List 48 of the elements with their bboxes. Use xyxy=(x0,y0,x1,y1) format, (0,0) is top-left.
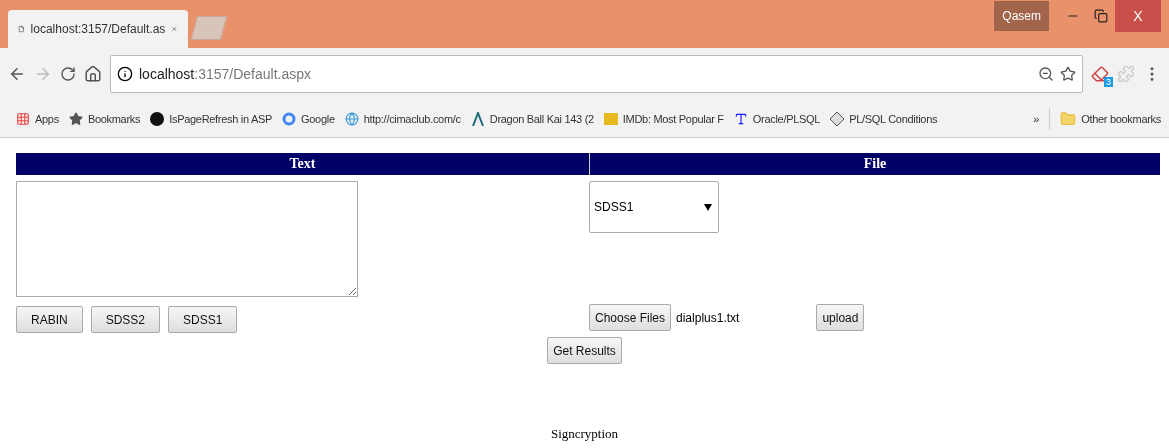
home-icon[interactable] xyxy=(84,65,102,83)
type-icon xyxy=(733,111,748,126)
bookmark-link[interactable]: Apps xyxy=(16,111,59,126)
ring-icon xyxy=(282,111,297,126)
bookmark-link[interactable]: PL/SQL Conditions xyxy=(830,111,938,126)
algorithm-button[interactable]: SDSS1 xyxy=(168,306,238,333)
globe-icon xyxy=(344,111,359,126)
reload-icon[interactable] xyxy=(60,66,76,82)
profile-name[interactable]: Qasem xyxy=(994,1,1049,31)
caret-icon xyxy=(704,203,712,211)
algorithm-select[interactable]: SDSS1 xyxy=(589,181,719,233)
browser-tab[interactable]: localhost:3157/Default.as xyxy=(8,10,188,48)
url-text: localhost:3157/Default.aspx xyxy=(139,66,312,82)
bookmark-link[interactable]: IMDb: Most Popular F xyxy=(603,112,724,125)
file-name: dialplus1.txt xyxy=(676,310,740,325)
bookmark-star-icon[interactable] xyxy=(1060,66,1076,82)
choose-files-button[interactable]: Choose Files xyxy=(589,304,672,331)
algorithm-button[interactable]: RABIN xyxy=(16,306,83,333)
get-results-button[interactable]: Get Results xyxy=(547,337,622,364)
back-icon[interactable] xyxy=(8,65,26,83)
folder-icon xyxy=(1060,110,1077,127)
extension-badge: 3 xyxy=(1104,77,1113,87)
column-heading: File xyxy=(589,153,1160,175)
tab-title: localhost:3157/Default.as xyxy=(30,22,166,36)
bookmark-link[interactable]: Google xyxy=(282,111,335,126)
bookmark-link[interactable]: Dragon Ball Kai 143 (2 xyxy=(470,111,594,126)
circle-icon xyxy=(150,111,165,126)
bookmark-link[interactable]: IsPageRefresh in ASP xyxy=(150,111,273,126)
upload-button[interactable]: upload xyxy=(816,304,865,331)
arch-icon xyxy=(470,111,485,126)
eraser-icon[interactable] xyxy=(1091,65,1109,83)
bookmark-link[interactable]: http://cimaclub.com/c xyxy=(344,111,461,126)
apps-icon xyxy=(16,111,30,126)
column-heading: Text xyxy=(16,153,589,175)
address-bar[interactable]: localhost:3157/Default.aspx xyxy=(110,55,1083,93)
close-button[interactable]: X xyxy=(1115,0,1161,32)
restore-icon[interactable] xyxy=(1094,9,1108,23)
diamond-icon xyxy=(830,111,845,126)
square-icon xyxy=(603,112,618,125)
bookmark-link[interactable]: Oracle/PLSQL xyxy=(733,111,821,126)
bookmark-link[interactable]: Bookmarks xyxy=(68,111,141,126)
zoom-icon[interactable] xyxy=(1038,66,1054,82)
bookmark-link[interactable]: Other bookmarks xyxy=(1060,110,1161,127)
info-icon[interactable] xyxy=(117,66,133,82)
footer-text: Signcryption xyxy=(549,426,620,442)
star-icon xyxy=(68,111,83,126)
overflow-chevron[interactable]: » xyxy=(1033,112,1040,125)
algorithm-button[interactable]: SDSS2 xyxy=(90,306,161,333)
